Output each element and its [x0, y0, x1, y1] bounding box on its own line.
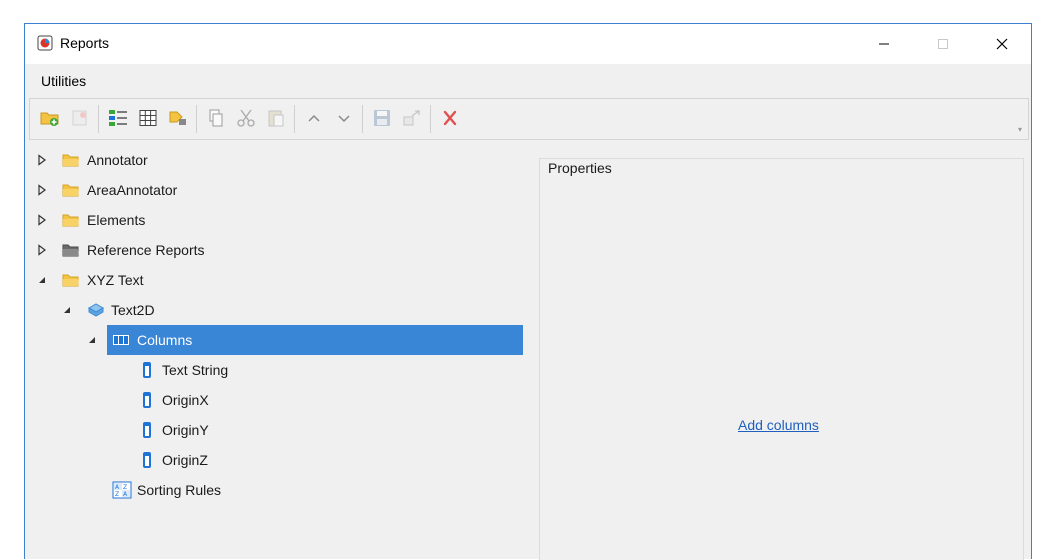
column-icon — [143, 362, 151, 378]
tree-item-label: Elements — [87, 212, 146, 228]
report-icon — [87, 303, 105, 317]
properties-title: Properties — [544, 160, 616, 176]
add-columns-link[interactable]: Add columns — [738, 417, 819, 433]
close-button[interactable] — [979, 24, 1025, 64]
title-bar[interactable]: Reports — [25, 24, 1031, 64]
move-up-button[interactable] — [302, 106, 326, 130]
delete-button[interactable] — [438, 106, 462, 130]
collapse-arrow-icon[interactable] — [87, 334, 97, 346]
collapse-arrow-icon[interactable] — [62, 304, 72, 316]
reports-app-icon — [37, 35, 53, 51]
maximize-button[interactable] — [920, 24, 966, 64]
save-icon — [374, 110, 390, 126]
tree-item-text-string[interactable]: Text String — [25, 355, 535, 385]
add-folder-button[interactable] — [38, 106, 62, 130]
tree-item-originz[interactable]: OriginZ — [25, 445, 535, 475]
delete-icon — [443, 110, 457, 126]
collapse-arrow-icon[interactable] — [37, 274, 47, 286]
toolbar-separator — [430, 105, 431, 133]
list-view-button[interactable] — [106, 106, 130, 130]
move-up-icon — [308, 114, 320, 122]
cut-button[interactable] — [234, 106, 258, 130]
column-icon — [143, 392, 151, 408]
menu-bar: Utilities — [25, 64, 1031, 97]
report-tree: Annotator AreaAnnotator Elements Referen… — [25, 143, 535, 560]
copy-icon — [209, 109, 223, 127]
tree-item-columns-content: Columns — [25, 325, 535, 355]
tag-icon — [169, 111, 186, 125]
expand-arrow-icon[interactable] — [37, 154, 47, 166]
tree-item-label: Annotator — [87, 152, 148, 168]
toolbar-separator — [294, 105, 295, 133]
tree-item-annotator[interactable]: Annotator — [25, 145, 535, 175]
tree-item-label: Reference Reports — [87, 242, 205, 258]
add-report-icon — [72, 110, 87, 126]
tree-item-label: OriginZ — [162, 452, 208, 468]
window-title: Reports — [60, 35, 110, 51]
folder-icon — [62, 274, 79, 287]
copy-button[interactable] — [204, 106, 228, 130]
tree-item-label: OriginX — [162, 392, 209, 408]
tree-item-label: XYZ Text — [87, 272, 144, 288]
expand-arrow-icon[interactable] — [37, 214, 47, 226]
tree-item-originx[interactable]: OriginX — [25, 385, 535, 415]
move-down-icon — [338, 115, 350, 123]
folder-icon — [62, 154, 79, 167]
column-icon — [143, 452, 151, 468]
folder-icon — [62, 184, 79, 197]
tree-item-label: AreaAnnotator — [87, 182, 178, 198]
tree-item-reference-reports[interactable]: Reference Reports — [25, 235, 535, 265]
add-folder-icon — [40, 112, 59, 126]
column-icon — [143, 422, 151, 438]
toolbar: ▾ — [29, 98, 1029, 140]
tree-item-label: Columns — [137, 332, 193, 348]
sorting-icon: A ZZ A — [112, 481, 132, 499]
minimize-button[interactable] — [861, 24, 907, 64]
folder-icon — [62, 214, 79, 227]
minimize-icon — [879, 43, 889, 45]
properties-panel — [539, 158, 1024, 560]
paste-button[interactable] — [264, 106, 288, 130]
toolbar-separator — [98, 105, 99, 133]
reports-window: Reports Utilities ▾ Annotator AreaAnnota… — [24, 23, 1032, 560]
menu-utilities[interactable]: Utilities — [41, 73, 86, 89]
close-icon — [996, 38, 1008, 50]
tree-item-label: OriginY — [162, 422, 209, 438]
expand-arrow-icon[interactable] — [37, 184, 47, 196]
tree-item-label: Sorting Rules — [137, 482, 222, 498]
toolbar-overflow-icon[interactable]: ▾ — [1018, 125, 1022, 134]
toolbar-separator — [196, 105, 197, 133]
svg-text:Z: Z — [115, 491, 119, 498]
tree-item-elements[interactable]: Elements — [25, 205, 535, 235]
tag-button[interactable] — [166, 106, 190, 130]
toolbar-separator — [362, 105, 363, 133]
maximize-icon — [938, 39, 948, 49]
table-icon — [139, 110, 157, 126]
svg-text:Z: Z — [123, 484, 127, 491]
list-view-icon — [109, 110, 127, 126]
save-button[interactable] — [370, 106, 394, 130]
tree-item-areaannotator[interactable]: AreaAnnotator — [25, 175, 535, 205]
move-down-button[interactable] — [332, 106, 356, 130]
cut-icon — [237, 109, 255, 127]
expand-arrow-icon[interactable] — [37, 244, 47, 256]
tree-item-sorting-rules[interactable]: AZZA Sorting Rules — [25, 475, 535, 505]
tree-item-label: Text String — [162, 362, 229, 378]
tree-item-text2d[interactable]: Text2D — [25, 295, 535, 325]
columns-icon — [113, 335, 129, 345]
table-button[interactable] — [136, 106, 160, 130]
tree-item-label: Text2D — [111, 302, 155, 318]
tree-item-originy[interactable]: OriginY — [25, 415, 535, 445]
dark-folder-icon — [62, 244, 79, 257]
add-report-button[interactable] — [68, 106, 92, 130]
tree-item-xyz-text[interactable]: XYZ Text — [25, 265, 535, 295]
export-icon — [403, 110, 420, 126]
paste-icon — [268, 110, 284, 127]
export-button[interactable] — [400, 106, 424, 130]
